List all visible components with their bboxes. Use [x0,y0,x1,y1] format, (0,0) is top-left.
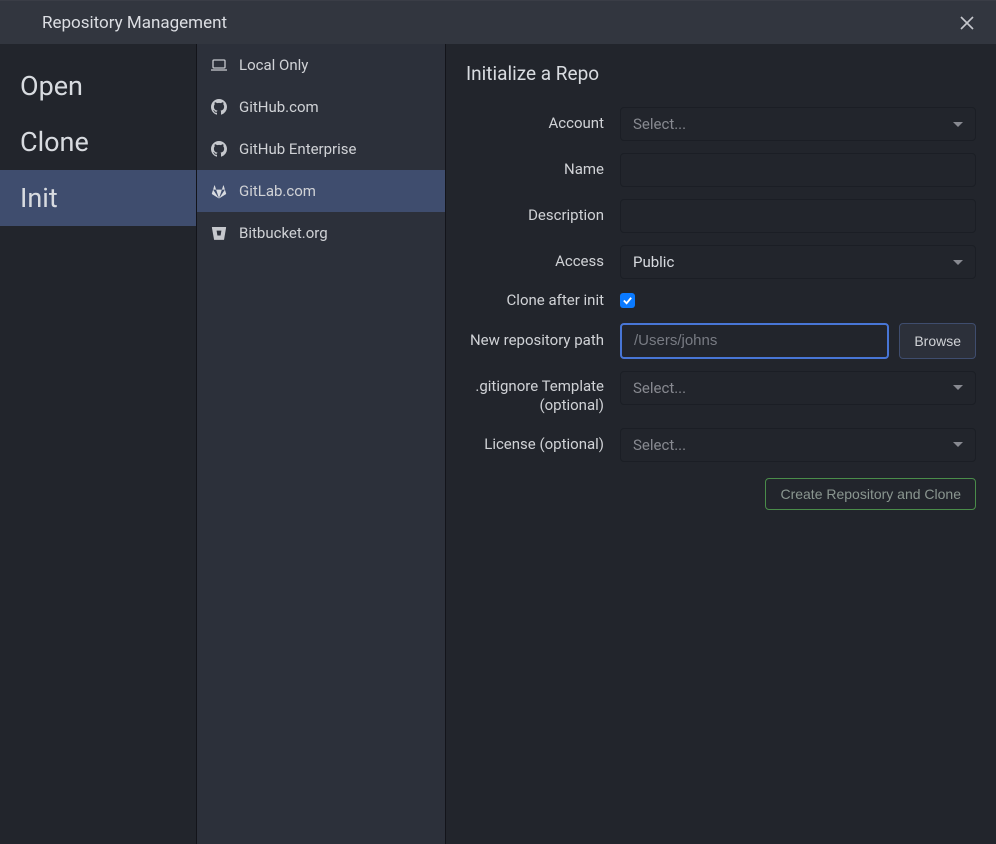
description-label: Description [466,206,620,226]
github-icon [211,141,227,157]
access-label: Access [466,252,620,272]
chevron-down-icon [953,385,963,390]
chevron-down-icon [953,442,963,447]
github-icon [211,99,227,115]
header-bar: Repository Management [0,1,996,44]
provider-label: GitHub Enterprise [239,140,357,158]
account-select[interactable]: Select... [620,107,976,141]
tab-clone[interactable]: Clone [0,114,196,170]
chevron-down-icon [953,122,963,127]
chevron-down-icon [953,260,963,265]
license-select[interactable]: Select... [620,428,976,462]
provider-github-com[interactable]: GitHub.com [197,86,445,128]
account-label: Account [466,114,620,134]
browse-button[interactable]: Browse [899,323,976,359]
access-select-value: Public [633,253,674,271]
laptop-icon [211,57,227,73]
access-select[interactable]: Public [620,245,976,279]
provider-sidebar: Local Only GitHub.com GitHub Enterprise … [197,44,446,844]
clone-after-checkbox[interactable] [620,293,635,308]
provider-label: Bitbucket.org [239,224,328,242]
provider-github-enterprise[interactable]: GitHub Enterprise [197,128,445,170]
provider-bitbucket-org[interactable]: Bitbucket.org [197,212,445,254]
provider-label: GitLab.com [239,182,316,200]
clone-after-label: Clone after init [466,291,620,311]
license-select-value: Select... [633,436,686,454]
gitignore-select-value: Select... [633,379,686,397]
header-title: Repository Management [42,13,227,33]
license-label: License (optional) [466,435,620,455]
content-title: Initialize a Repo [466,62,976,85]
gitignore-select[interactable]: Select... [620,371,976,405]
provider-label: Local Only [239,56,308,74]
check-icon [622,295,633,306]
provider-local-only[interactable]: Local Only [197,44,445,86]
gitignore-label: .gitignore Template (optional) [466,371,620,416]
name-input[interactable] [620,153,976,187]
provider-gitlab-com[interactable]: GitLab.com [197,170,445,212]
left-sidebar: Open Clone Init [0,44,197,844]
create-repository-button[interactable]: Create Repository and Clone [765,478,976,510]
provider-label: GitHub.com [239,98,319,116]
bitbucket-icon [211,225,227,241]
name-label: Name [466,160,620,180]
repo-path-label: New repository path [466,331,620,351]
description-input[interactable] [620,199,976,233]
close-icon [960,16,974,30]
tab-init[interactable]: Init [0,170,196,226]
repo-path-input[interactable] [620,323,889,359]
close-button[interactable] [958,14,976,32]
tab-open[interactable]: Open [0,58,196,114]
gitlab-icon [211,183,227,199]
account-select-value: Select... [633,115,686,133]
content-panel: Initialize a Repo Account Select... Name… [446,44,996,844]
